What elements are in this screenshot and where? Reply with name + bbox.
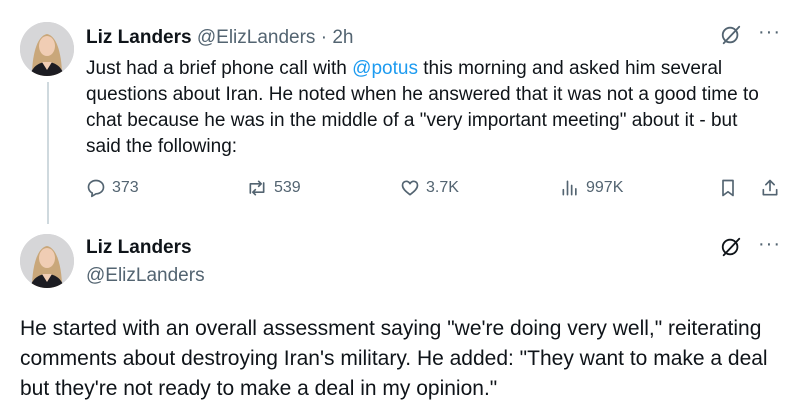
views-button[interactable]: 997K [560,176,623,200]
separator: · [320,27,328,48]
share-button[interactable] [760,176,786,200]
avatar-photo-icon [20,234,74,288]
tweet-text-part: Just had a brief phone call with [86,58,353,79]
like-button[interactable]: 3.7K [400,176,459,200]
repost-count: 539 [274,179,301,196]
thread-line [47,82,49,224]
tweet-text: Just had a brief phone call with @potus … [86,56,766,160]
reply-count: 373 [112,179,139,196]
views-count: 997K [586,179,624,196]
timestamp[interactable]: 2h [332,27,353,48]
tweet-header: Liz Landers @ElizLanders · 2h [86,26,353,50]
author-handle[interactable]: @ElizLanders [197,27,316,48]
reply-button[interactable]: 373 [86,176,139,200]
tweet-text: He started with an overall assessment sa… [20,317,768,400]
views-icon [562,180,577,196]
like-count: 3.7K [426,179,459,196]
avatar[interactable] [20,234,74,288]
repost-icon [249,180,265,196]
author-handle[interactable]: @ElizLanders [86,264,205,288]
share-icon [762,179,778,196]
repost-button[interactable]: 539 [246,176,301,200]
mention-link[interactable]: @potus [352,58,418,79]
bookmark-button[interactable] [718,176,744,200]
author-name[interactable]: Liz Landers [86,236,192,260]
heart-icon [401,180,419,196]
avatar-photo-icon [20,22,74,76]
avatar[interactable] [20,22,74,76]
bookmark-icon [722,179,734,197]
author-name[interactable]: Liz Landers [86,27,192,48]
grok-icon[interactable] [720,236,742,258]
more-options-icon[interactable]: ··· [758,22,781,42]
more-options-icon[interactable]: ··· [758,234,781,254]
reply-icon [87,179,105,198]
grok-icon[interactable] [720,24,742,46]
